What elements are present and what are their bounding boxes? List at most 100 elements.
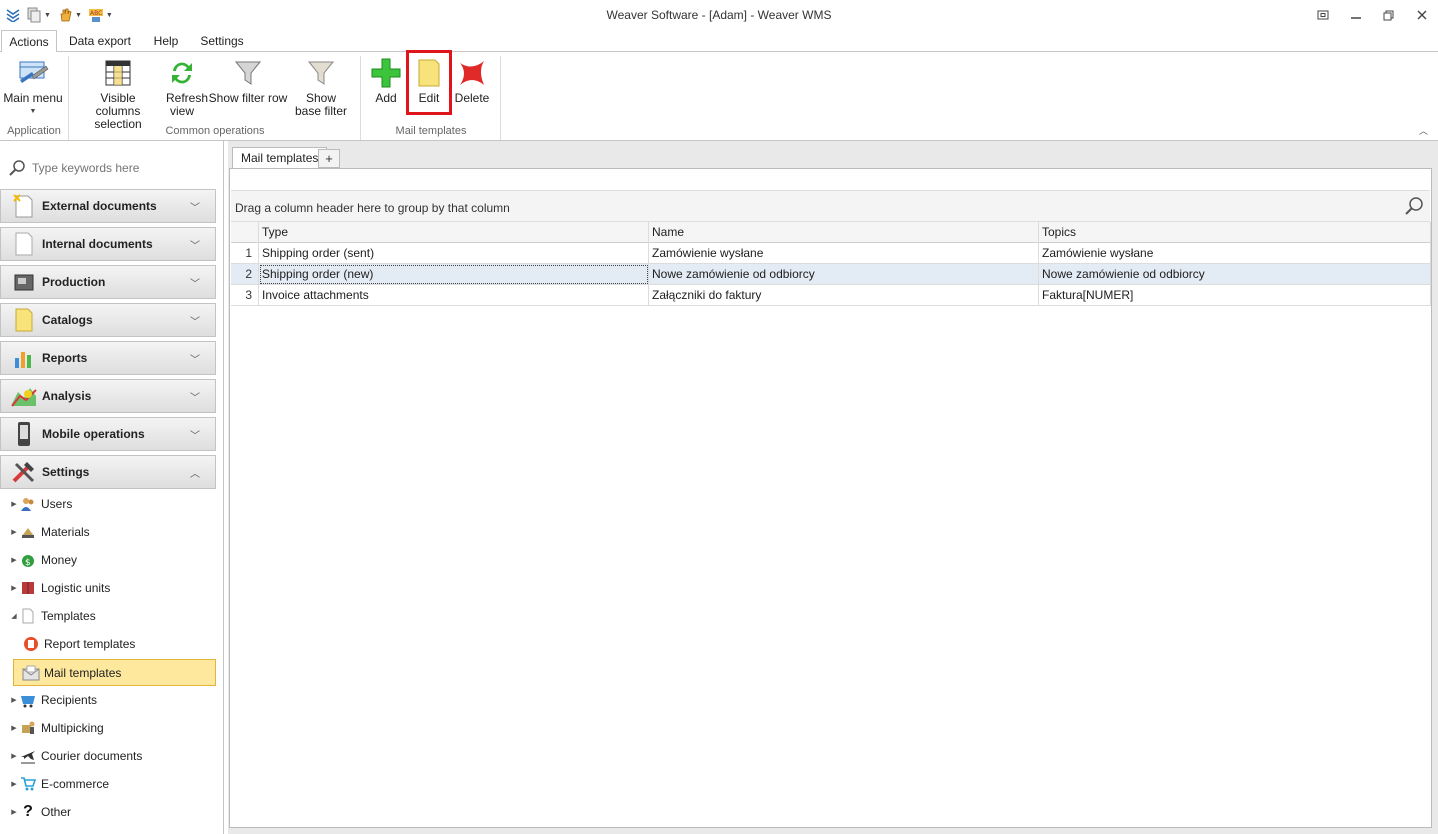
- group-label-application: Application: [7, 125, 61, 137]
- tab-settings[interactable]: Settings: [194, 30, 250, 52]
- restore-icon[interactable]: [1372, 0, 1405, 30]
- tree-item-courier-documents[interactable]: ▶ Courier documents: [0, 745, 216, 767]
- expand-arrow-icon: ▶: [11, 501, 17, 508]
- tree-item-mail-templates[interactable]: Mail templates: [13, 659, 216, 686]
- tree-item-money[interactable]: ▶ $ Money: [0, 549, 216, 571]
- chevron-down-icon: ﹀: [190, 202, 200, 214]
- group-label-mail: Mail templates: [395, 125, 467, 137]
- sidebar-group-internal-documents[interactable]: Internal documents ﹀: [0, 227, 216, 261]
- tab-actions[interactable]: Actions: [1, 30, 57, 53]
- tree-item-multipicking[interactable]: ▶ Multipicking: [0, 717, 216, 739]
- expand-arrow-icon: ▶: [11, 753, 17, 760]
- title-bar: ▼ ▼ ABC ▼ Weaver Software - [Adam] - Wea…: [0, 0, 1438, 30]
- tools-icon: [10, 458, 38, 486]
- collapse-arrow-icon: ◢: [11, 613, 17, 620]
- tree-item-report-templates[interactable]: Report templates: [0, 633, 216, 655]
- show-base-filter-button[interactable]: Show base filter: [290, 54, 352, 124]
- navigation-sidebar: External documents ﹀ Internal documents …: [0, 141, 224, 834]
- recipients-icon: [19, 691, 37, 709]
- expand-arrow-icon: ▶: [11, 557, 17, 564]
- window-controls: [1306, 0, 1438, 30]
- sidebar-group-mobile-operations[interactable]: Mobile operations ﹀: [0, 417, 216, 451]
- group-by-hint: Drag a column header here to group by th…: [235, 201, 510, 215]
- search-icon: [9, 160, 25, 176]
- table-row[interactable]: 2 Shipping order (new) Nowe zamówienie o…: [231, 264, 1431, 285]
- production-icon: [10, 268, 38, 296]
- tree-item-other[interactable]: ▶ ? Other: [0, 801, 216, 823]
- chevron-down-icon: ﹀: [190, 316, 200, 328]
- table-row[interactable]: 3 Invoice attachments Załączniki do fakt…: [231, 285, 1431, 306]
- materials-icon: [19, 523, 37, 541]
- table-row[interactable]: 1 Shipping order (sent) Zamówienie wysła…: [231, 243, 1431, 264]
- group-by-panel[interactable]: Drag a column header here to group by th…: [231, 190, 1430, 222]
- tree-item-e-commerce[interactable]: ▶ E-commerce: [0, 773, 216, 795]
- plus-icon: [371, 58, 401, 88]
- edit-button-highlight: [406, 50, 452, 115]
- tree-item-recipients[interactable]: ▶ Recipients: [0, 689, 216, 711]
- ribbon: Main menu ▼ Application Visible columns …: [0, 52, 1438, 141]
- collapse-ribbon-icon[interactable]: ︿: [1419, 124, 1428, 137]
- mobile-device-icon: [10, 420, 38, 448]
- money-bag-icon: $: [19, 551, 37, 569]
- expand-arrow-icon: ▶: [11, 781, 17, 788]
- sidebar-group-catalogs[interactable]: Catalogs ﹀: [0, 303, 216, 337]
- tab-data-export[interactable]: Data export: [62, 30, 138, 52]
- tab-help[interactable]: Help: [146, 30, 186, 52]
- report-templates-icon: [22, 635, 40, 653]
- visible-columns-button[interactable]: Visible columns selection: [78, 54, 158, 131]
- filter-icon: [234, 61, 262, 85]
- catalogs-icon: [10, 306, 38, 334]
- tree-item-materials[interactable]: ▶ Materials: [0, 521, 216, 543]
- close-icon[interactable]: [1405, 0, 1438, 30]
- tree-item-logistic-units[interactable]: ▶ Logistic units: [0, 577, 216, 599]
- sidebar-group-analysis[interactable]: Analysis ﹀: [0, 379, 216, 413]
- tree-item-users[interactable]: ▶ Users: [0, 493, 216, 515]
- column-header-name[interactable]: Name: [649, 222, 1039, 243]
- delete-button[interactable]: Delete: [452, 54, 492, 124]
- find-panel-search-icon[interactable]: [1404, 196, 1424, 216]
- chevron-down-icon: ﹀: [190, 278, 200, 290]
- column-header-topics[interactable]: Topics: [1039, 222, 1431, 243]
- sidebar-group-reports[interactable]: Reports ﹀: [0, 341, 216, 375]
- document-tab-mail-templates[interactable]: Mail templates: [232, 147, 328, 169]
- row-indicator-header: [231, 222, 259, 243]
- add-tab-button[interactable]: +: [318, 149, 340, 168]
- add-button[interactable]: Add: [366, 54, 406, 124]
- expand-arrow-icon: ▶: [11, 529, 17, 536]
- main-menu-button[interactable]: Main menu ▼: [2, 54, 64, 124]
- ribbon-tab-strip: Actions Data export Help Settings: [0, 30, 1438, 53]
- sidebar-search: [8, 158, 208, 178]
- sidebar-group-production[interactable]: Production ﹀: [0, 265, 216, 299]
- column-header-type[interactable]: Type: [259, 222, 649, 243]
- tree-item-templates[interactable]: ◢ Templates: [0, 605, 216, 627]
- chevron-down-icon: ﹀: [190, 430, 200, 442]
- show-filter-row-button[interactable]: Show filter row: [208, 54, 288, 124]
- sidebar-group-external-documents[interactable]: External documents ﹀: [0, 189, 216, 223]
- users-icon: [19, 495, 37, 513]
- delete-x-icon: [460, 61, 484, 85]
- refresh-view-button[interactable]: Refresh view: [160, 54, 208, 124]
- grid-header-row: Type Name Topics: [231, 222, 1431, 243]
- template-document-icon: [19, 607, 37, 625]
- window-title: Weaver Software - [Adam] - Weaver WMS: [606, 8, 832, 22]
- fullscreen-icon[interactable]: [1306, 0, 1339, 30]
- multipicking-icon: [19, 719, 37, 737]
- logistic-units-icon: [19, 579, 37, 597]
- search-input[interactable]: [32, 161, 202, 175]
- external-documents-icon: [10, 192, 38, 220]
- main-content: Mail templates + Drag a column header he…: [228, 141, 1438, 834]
- mail-templates-grid: Type Name Topics 1 Shipping order (sent)…: [231, 222, 1431, 306]
- airplane-icon: [19, 747, 37, 765]
- question-mark-icon: ?: [23, 803, 33, 820]
- sidebar-group-settings[interactable]: Settings ︿: [0, 455, 216, 489]
- internal-documents-icon: [10, 230, 38, 258]
- base-filter-icon: [307, 61, 335, 85]
- main-menu-icon: [19, 61, 49, 83]
- chevron-up-icon: ︿: [190, 468, 200, 480]
- shopping-cart-icon: [19, 775, 37, 793]
- svg-text:$: $: [25, 558, 31, 568]
- minimize-icon[interactable]: [1339, 0, 1372, 30]
- group-label-common: Common operations: [165, 125, 265, 137]
- table-icon: [105, 60, 131, 86]
- analysis-icon: [10, 382, 38, 410]
